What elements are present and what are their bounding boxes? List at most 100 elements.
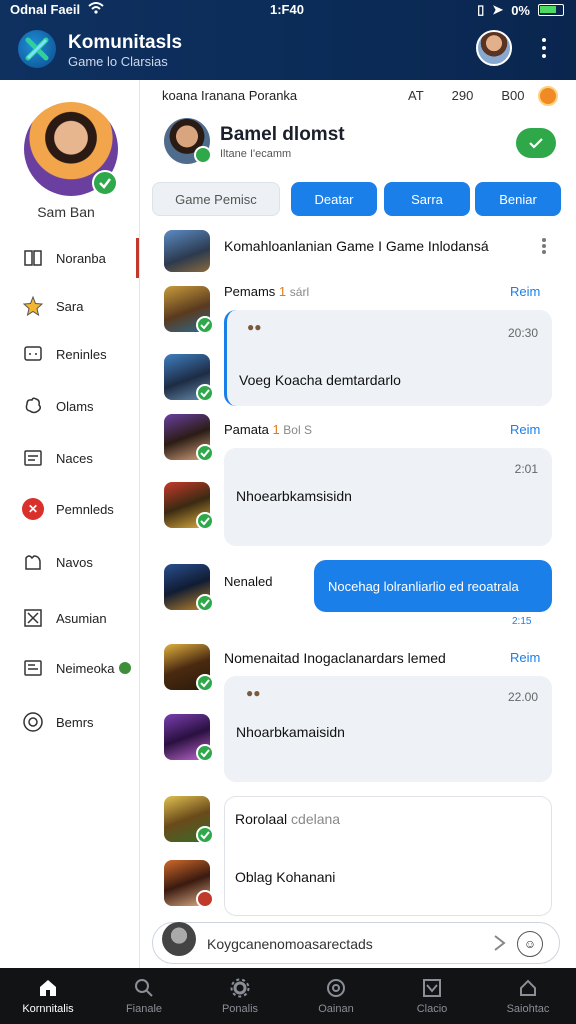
stat-label: AT (408, 88, 424, 103)
main-panel: koana Iranana Poranka AT 290 B00 Bamel d… (140, 80, 576, 968)
sidebar-item-pemnleds[interactable]: ✕ Pemnleds (0, 489, 139, 529)
sidebar-item-label: Naces (56, 450, 93, 466)
people-icon (22, 551, 44, 573)
tab-label: Fianale (125, 1003, 163, 1015)
home-icon (40, 980, 56, 996)
clock-label: 1:F40 (270, 2, 304, 17)
send-icon[interactable] (489, 933, 509, 953)
heart-badge-icon (196, 890, 214, 908)
sidebar-item-bemrs[interactable]: Bemrs (0, 702, 139, 742)
bottom-nav: Kornnitalis Fianale Ponalis Oainan Claci… (0, 968, 576, 1024)
square-x-icon (22, 607, 44, 629)
battery-icon (538, 4, 564, 16)
post-author: Nomenaitad Inogaclanardars lemed (224, 650, 446, 666)
post-author: Pemams 1 sárl (224, 284, 310, 299)
verified-check-icon (92, 170, 118, 196)
reaction-icon: ●● (246, 686, 261, 700)
target-icon (22, 711, 44, 733)
bell-icon (520, 979, 536, 996)
tab-search[interactable]: Fianale (96, 968, 192, 1024)
sidebar-item-label: Navos (56, 554, 93, 570)
card-title: Rorolaal (235, 811, 288, 827)
x-circle-icon: ✕ (22, 498, 44, 520)
message-input[interactable] (207, 931, 477, 957)
own-message-bubble[interactable]: Nocehag lolranliarlio ed reoatrala (314, 560, 552, 612)
verified-check-icon (196, 674, 214, 692)
sidebar-item-olams[interactable]: Olams (0, 386, 139, 426)
reaction-icon: ●● (247, 320, 262, 334)
sidebar: Sam Ban Noranba Sara Reninles Olams Nace… (0, 80, 140, 968)
message-bubble[interactable]: ●● 22.00 Nhoarbkamaisidn (224, 676, 552, 782)
sidebar-item-neimeoka[interactable]: Neimeoka (0, 648, 139, 688)
filter-button-deatar[interactable]: Deatar (291, 182, 377, 216)
reply-link[interactable]: Reim (510, 284, 540, 299)
follow-button[interactable] (516, 128, 556, 158)
coin-icon[interactable] (538, 86, 558, 106)
verified-check-icon (196, 826, 214, 844)
tab-label: Oainan (318, 1003, 354, 1015)
thread-more-icon[interactable] (542, 238, 548, 254)
message-bubble[interactable]: 2:01 Nhoearbkamsisidn (224, 448, 552, 546)
stat-value: 290 (451, 88, 474, 103)
sidebar-item-label: Noranba (56, 250, 106, 266)
app-title: Komunitasls (68, 32, 183, 53)
more-menu-icon[interactable] (534, 36, 554, 60)
battery-label: 0% (511, 2, 530, 18)
verified-check-icon (196, 384, 214, 402)
message-bubble[interactable]: ●● 20:30 Voeg Koacha demtardarlo (224, 310, 552, 406)
tab-settings[interactable]: Ponalis (192, 968, 288, 1024)
composer-avatar (162, 922, 196, 956)
status-bar: Odnal Faeil 1:F40 ▯ ➤ 0% (0, 0, 576, 20)
sidebar-item-label: Bemrs (56, 714, 94, 730)
tab-badges[interactable]: Oainan (288, 968, 384, 1024)
sidebar-item-naces[interactable]: Naces (0, 438, 139, 478)
tab-tasks[interactable]: Clacio (384, 968, 480, 1024)
app-logo-icon (18, 30, 56, 68)
tab-home[interactable]: Kornnitalis (0, 968, 96, 1024)
message-text: Nhoarbkamaisidn (236, 724, 345, 740)
sidebar-item-label: Olams (56, 398, 94, 414)
message-time: 20:30 (507, 326, 538, 340)
sidebar-item-asumian[interactable]: Asumian (0, 598, 139, 638)
sidebar-user-name: Sam Ban (37, 204, 95, 220)
verified-check-icon (196, 444, 214, 462)
tab-notifications[interactable]: Saiohtac (480, 968, 576, 1024)
breadcrumb: koana Iranana Poranka (162, 88, 298, 103)
tab-label: Saiohtac (506, 1003, 550, 1015)
reply-link[interactable]: Reim (510, 650, 540, 665)
gear-icon (230, 978, 250, 998)
emoji-icon[interactable]: ☺ (517, 931, 543, 957)
filter-search-field[interactable]: Game Pemisc (152, 182, 280, 216)
reply-link[interactable]: Reim (510, 422, 540, 437)
app-header: Odnal Faeil 1:F40 ▯ ➤ 0% Komunitasls Gam… (0, 0, 576, 80)
card-text: Oblag Kohanani (235, 869, 336, 885)
post-author: Pamata 1 Bol S (224, 422, 312, 437)
app-subtitle: Game lo Clarsias (68, 54, 168, 69)
status-badge (118, 662, 131, 674)
sidebar-item-label: Neimeoka (56, 660, 115, 676)
sidebar-item-navos[interactable]: Navos (0, 542, 139, 582)
carrier-label: Odnal Faeil (10, 2, 81, 17)
thread-avatar (164, 230, 210, 272)
online-badge-icon (194, 146, 212, 164)
sidebar-item-noranba[interactable]: Noranba (0, 238, 139, 278)
sidebar-item-reninles[interactable]: Reninles (0, 334, 139, 374)
filter-button-beniar[interactable]: Beniar (475, 182, 561, 216)
puzzle-icon (22, 395, 44, 417)
preview-card[interactable]: Rorolaal cdelana Oblag Kohanani (224, 796, 552, 916)
search-icon (135, 979, 153, 997)
sidebar-item-label: Sara (56, 298, 84, 314)
verified-check-icon (196, 744, 214, 762)
verified-check-icon (196, 594, 214, 612)
user-avatar[interactable] (476, 30, 512, 66)
filter-button-sarra[interactable]: Sarra (384, 182, 470, 216)
wifi-icon (88, 2, 104, 17)
channel-name: Bamel dlomst (220, 124, 345, 145)
tab-label: Clacio (416, 1003, 448, 1015)
card-title-muted: cdelana (291, 811, 341, 827)
stats-bar: AT 290 B00 (408, 88, 525, 103)
book-icon (22, 247, 44, 269)
sidebar-item-label: Pemnleds (56, 501, 114, 517)
filter-row: Game Pemisc Deatar Sarra Beniar (152, 182, 564, 216)
sidebar-item-sara[interactable]: Sara (0, 286, 139, 326)
